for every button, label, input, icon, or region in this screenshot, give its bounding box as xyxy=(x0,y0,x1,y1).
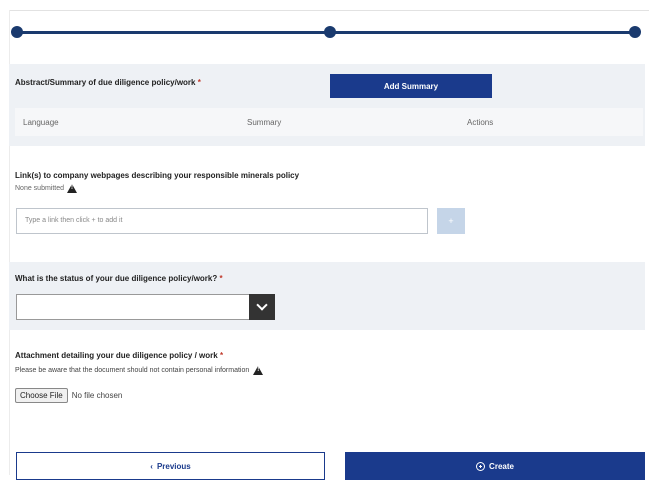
abstract-label-text: Abstract/Summary of due diligence policy… xyxy=(15,78,196,87)
previous-label: Previous xyxy=(156,461,191,471)
attachment-note-text: Please be aware that the document should… xyxy=(15,367,250,374)
attachment-label: Attachment detailing your due diligence … xyxy=(15,351,223,360)
abstract-section: Abstract/Summary of due diligence policy… xyxy=(9,64,645,146)
links-section: Link(s) to company webpages describing y… xyxy=(9,160,645,250)
chevron-down-icon[interactable] xyxy=(249,294,275,320)
stepper-step-2[interactable] xyxy=(324,26,336,38)
warning-icon xyxy=(67,184,78,193)
attachment-note: Please be aware that the document should… xyxy=(15,366,264,375)
required-mark: * xyxy=(197,78,201,87)
required-mark: * xyxy=(219,351,224,360)
summary-table-header: Language Summary Actions xyxy=(15,108,643,136)
plus-circle-icon xyxy=(476,461,486,471)
status-label: What is the status of your due diligence… xyxy=(15,274,223,283)
status-section: What is the status of your due diligence… xyxy=(9,262,645,330)
column-summary: Summary xyxy=(247,118,282,127)
required-mark: * xyxy=(219,274,223,283)
progress-stepper xyxy=(11,26,641,38)
link-input[interactable]: Type a link then click + to add it xyxy=(16,208,428,234)
stepper-step-1[interactable] xyxy=(11,26,23,38)
no-file-text: No file chosen xyxy=(71,391,123,400)
file-picker: Choose File No file chosen xyxy=(15,388,122,403)
attachment-section: Attachment detailing your due diligence … xyxy=(9,340,645,420)
attachment-label-text: Attachment detailing your due diligence … xyxy=(15,351,218,360)
column-language: Language xyxy=(23,118,59,127)
status-label-text: What is the status of your due diligence… xyxy=(15,274,218,283)
create-button[interactable]: Create xyxy=(345,452,645,480)
abstract-label: Abstract/Summary of due diligence policy… xyxy=(15,78,201,87)
choose-file-button[interactable]: Choose File xyxy=(15,388,68,403)
create-label: Create xyxy=(489,461,514,471)
links-label: Link(s) to company webpages describing y… xyxy=(15,171,300,180)
add-summary-button[interactable]: Add Summary xyxy=(330,74,492,98)
none-submitted-status: None submitted xyxy=(15,184,78,193)
none-submitted-text: None submitted xyxy=(15,185,65,192)
status-select[interactable] xyxy=(16,294,275,320)
warning-icon xyxy=(253,366,264,375)
previous-button[interactable]: ‹ Previous xyxy=(16,452,325,480)
add-link-button[interactable]: + xyxy=(437,208,465,234)
stepper-step-3[interactable] xyxy=(629,26,641,38)
column-actions: Actions xyxy=(467,118,494,127)
chevron-left-icon: ‹ xyxy=(150,461,153,471)
top-border xyxy=(9,10,649,11)
